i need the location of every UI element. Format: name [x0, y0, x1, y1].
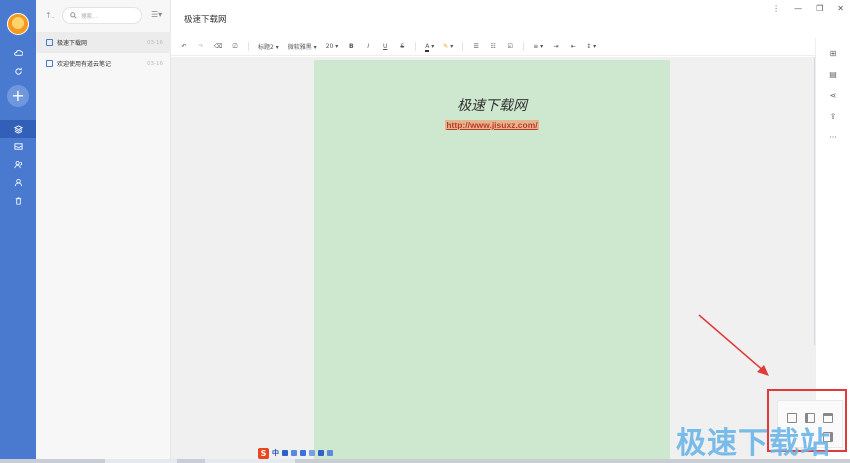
add-note-button[interactable]: +: [7, 85, 29, 107]
document-link[interactable]: http://www.jisuxz.com/: [314, 120, 670, 130]
checklist-button[interactable]: ☑: [506, 43, 514, 50]
document-link-text[interactable]: http://www.jisuxz.com/: [445, 120, 539, 130]
annotation-arrow-icon: [698, 314, 769, 376]
watermark: 极速下载站: [676, 426, 831, 461]
underline-button[interactable]: U: [381, 43, 389, 50]
note-title: 欢迎使用有道云笔记: [57, 61, 112, 68]
align-button[interactable]: ≡ ▾: [533, 43, 543, 50]
undo-button[interactable]: ↶: [180, 43, 188, 50]
toolbar-divider: [523, 42, 525, 51]
redo-button[interactable]: ↷: [197, 43, 205, 50]
keyboard-icon[interactable]: [300, 450, 306, 456]
format-painter-button[interactable]: ⎚: [231, 43, 239, 51]
document-heading[interactable]: 极速下载网: [314, 95, 670, 115]
strikethrough-button[interactable]: S: [398, 43, 406, 50]
font-color-button[interactable]: A ▾: [425, 43, 434, 52]
note-icon: [46, 60, 53, 67]
note-list-panel: ↑. 搜索... ☰▾ 极速下载网 03-16 欢迎使用有道云笔记 03-16: [36, 0, 171, 463]
eraser-button[interactable]: ⌫: [214, 43, 222, 50]
align-icon: ≡: [533, 43, 539, 50]
heading-value: 标题2: [258, 44, 274, 51]
italic-button[interactable]: I: [364, 43, 372, 50]
taskbar-button[interactable]: [105, 459, 177, 463]
trash-icon[interactable]: [0, 193, 36, 207]
note-date: 03-16: [147, 39, 163, 46]
outdent-button[interactable]: ⇤: [569, 43, 577, 50]
toolbar-divider: [462, 42, 464, 51]
line-height-button[interactable]: ↕ ▾: [586, 43, 596, 50]
highlight-button[interactable]: ✎ ▾: [443, 43, 453, 50]
ime-logo[interactable]: S: [258, 447, 269, 459]
share-user-icon[interactable]: [0, 175, 36, 189]
sort-button[interactable]: ☰▾: [151, 10, 162, 19]
collab-icon[interactable]: [0, 157, 36, 171]
size-value: 20: [325, 43, 334, 50]
numbered-list-button[interactable]: ☷: [489, 43, 497, 50]
cloud-sync-icon[interactable]: [0, 46, 36, 60]
back-button[interactable]: ↑.: [45, 11, 54, 20]
font-value: 微软雅黑: [287, 44, 312, 51]
bullet-list-button[interactable]: ☰: [472, 43, 480, 50]
toolbar-divider: [415, 42, 417, 51]
left-rail: +: [0, 0, 36, 463]
skin-icon[interactable]: [318, 450, 324, 456]
document-page[interactable]: 极速下载网 http://www.jisuxz.com/: [314, 60, 670, 463]
line-height-icon: ↕: [586, 43, 592, 50]
format-toolbar: ↶ ↷ ⌫ ⎚ 标题2 ▾ 微软雅黑 ▾ 20 ▾ B I U S A ▾ ✎ …: [171, 38, 815, 56]
ime-toolbar: S 中: [258, 447, 333, 459]
plus-icon: +: [11, 86, 25, 105]
search-icon: [70, 12, 77, 19]
tools-icon[interactable]: [327, 450, 333, 456]
size-select[interactable]: 20 ▾: [326, 43, 339, 50]
moon-icon[interactable]: [282, 450, 288, 456]
close-button[interactable]: ✕: [837, 4, 844, 13]
document-icon[interactable]: ▤: [828, 69, 838, 79]
heading-select[interactable]: 标题2 ▾: [258, 42, 279, 51]
voice-icon[interactable]: [309, 450, 315, 456]
menu-button[interactable]: ⋮: [772, 4, 780, 13]
window-controls: ⋮ — ❐ ✕: [772, 4, 844, 13]
avatar[interactable]: [7, 13, 29, 35]
search-placeholder: 搜索...: [81, 13, 98, 20]
punctuation-icon[interactable]: [291, 450, 297, 456]
note-title: 极速下载网: [57, 40, 88, 47]
editor-canvas: 极速下载网 http://www.jisuxz.com/: [171, 57, 815, 463]
bold-button[interactable]: B: [347, 43, 355, 50]
font-color-icon: A: [425, 43, 430, 52]
restore-button[interactable]: ❐: [816, 4, 823, 13]
note-list-item[interactable]: 欢迎使用有道云笔记 03-16: [36, 53, 171, 74]
more-icon[interactable]: ···: [828, 132, 838, 142]
insert-icon[interactable]: ⊞: [828, 48, 838, 58]
search-input[interactable]: 搜索...: [62, 7, 142, 24]
note-icon: [46, 39, 53, 46]
note-date: 03-16: [147, 60, 163, 67]
highlight-icon: ✎: [443, 43, 449, 50]
indent-button[interactable]: ⇥: [552, 43, 560, 50]
export-icon[interactable]: ⇪: [828, 111, 838, 121]
editor-area: 极速下载网 ⋮ — ❐ ✕ ↶ ↷ ⌫ ⎚ 标题2 ▾ 微软雅黑 ▾ 20 ▾ …: [171, 0, 850, 463]
app-window: + ↑. 搜索... ☰▾ 极速下载网 03-16 欢迎使用有道云笔记 03-1…: [0, 0, 850, 463]
font-select[interactable]: 微软雅黑 ▾: [288, 42, 317, 51]
share-icon[interactable]: ⋖: [828, 90, 838, 100]
document-title[interactable]: 极速下载网: [184, 13, 227, 25]
ime-mode[interactable]: 中: [272, 448, 279, 458]
taskbar-button[interactable]: [205, 459, 295, 463]
note-list-item[interactable]: 极速下载网 03-16: [36, 32, 171, 53]
inbox-icon[interactable]: [0, 139, 36, 153]
notes-stack-icon[interactable]: [0, 122, 36, 136]
minimize-button[interactable]: —: [794, 4, 802, 13]
refresh-icon[interactable]: [0, 64, 36, 78]
toolbar-divider: [248, 42, 249, 51]
